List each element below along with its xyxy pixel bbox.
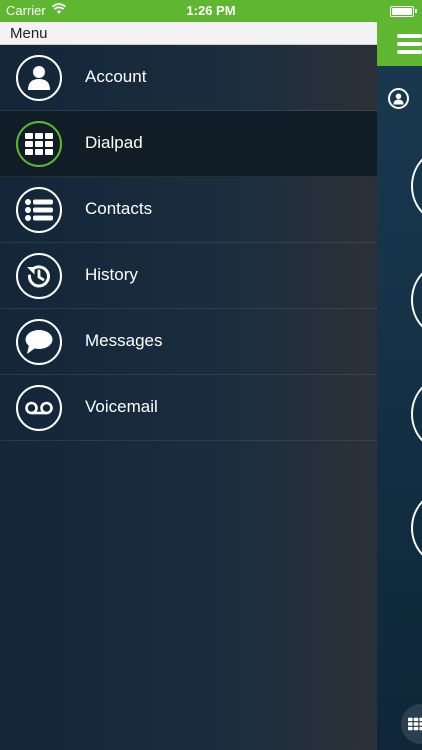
dialpad-grid-icon [408, 717, 422, 731]
speech-bubble-icon [16, 319, 62, 365]
list-icon [16, 187, 62, 233]
menu-item-messages[interactable]: Messages [0, 309, 377, 375]
hamburger-menu-button[interactable] [377, 22, 422, 66]
menu-header: Menu [0, 22, 377, 45]
menu-item-history[interactable]: History [0, 243, 377, 309]
menu-item-label: Contacts [85, 199, 153, 218]
clock: 1:26 PM [186, 3, 236, 18]
menu-item-voicemail[interactable]: Voicemail [0, 375, 377, 441]
menu-item-label: Account [85, 67, 147, 86]
main-content-peek [377, 22, 422, 750]
menu-item-label: Messages [85, 331, 163, 350]
dialpad-key[interactable] [411, 374, 422, 454]
battery-icon [390, 6, 417, 17]
menu-item-label: History [85, 265, 138, 284]
menu-list: Account Dialpad Contacts History Message… [0, 45, 377, 441]
dialpad-toggle-button[interactable] [401, 704, 422, 744]
account-avatar-icon[interactable] [388, 88, 409, 109]
menu-item-account[interactable]: Account [0, 45, 377, 111]
status-bar: Carrier 1:26 PM [0, 0, 422, 22]
side-menu: Menu Account Dialpad Contacts History Me… [0, 22, 377, 750]
dialpad-key[interactable] [411, 260, 422, 340]
dialpad-key[interactable] [411, 146, 422, 226]
menu-item-dialpad[interactable]: Dialpad [0, 111, 377, 177]
history-icon [16, 253, 62, 299]
dialpad-key[interactable] [411, 488, 422, 568]
person-icon [16, 55, 62, 101]
menu-item-label: Voicemail [85, 397, 158, 416]
voicemail-icon [16, 385, 62, 431]
hamburger-icon [397, 34, 422, 38]
dialpad-grid-icon [16, 121, 62, 167]
menu-item-label: Dialpad [85, 133, 143, 152]
menu-item-contacts[interactable]: Contacts [0, 177, 377, 243]
menu-title: Menu [10, 25, 48, 42]
